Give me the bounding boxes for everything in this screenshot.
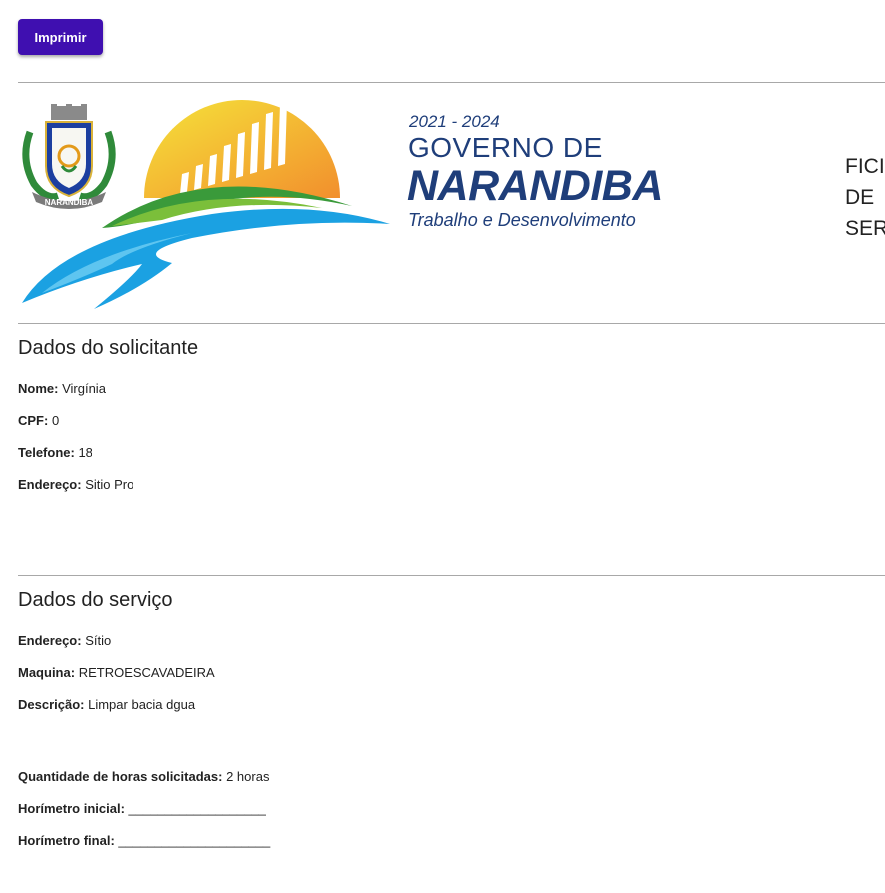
field-value: 2 horas (226, 769, 270, 784)
gov-tagline: Trabalho e Desenvolvimento (408, 210, 636, 230)
divider-header (18, 323, 885, 324)
service-end-meter-field: Horímetro final: _____________________ (18, 833, 270, 848)
gov-city-name: NARANDIBA (407, 162, 663, 210)
requester-section-title: Dados do solicitante (18, 337, 199, 359)
document-title-line: DE (845, 186, 875, 209)
field-label: CPF: (18, 413, 49, 428)
print-button[interactable]: Imprimir (18, 19, 103, 55)
field-value: ___________________ (128, 801, 266, 816)
field-value: 0 (51, 413, 60, 428)
service-address-field: Endereço: Sítio (18, 633, 111, 648)
government-logo-icon (22, 99, 390, 309)
field-label: Descrição: (18, 697, 85, 712)
divider-service (18, 575, 885, 576)
service-section-title: Dados do serviço (18, 589, 173, 611)
field-value: RETROESCAVADEIRA (78, 665, 215, 680)
field-label: Endereço: (18, 633, 82, 648)
field-value: _____________________ (118, 833, 271, 848)
field-label: Quantidade de horas solicitadas: (18, 769, 223, 784)
service-hours-field: Quantidade de horas solicitadas: 2 horas (18, 769, 269, 784)
requester-address-field: Endereço: Sitio Pro (18, 477, 133, 492)
document-title: FICI DE SER (845, 151, 885, 244)
field-value: Sítio (85, 633, 112, 648)
document-title-line: SER (845, 217, 885, 240)
document-title-line: FICI (845, 155, 885, 178)
field-label: Horímetro inicial: (18, 801, 125, 816)
service-machine-field: Maquina: RETROESCAVADEIRA (18, 665, 215, 680)
gov-line1: GOVERNO DE (408, 132, 603, 163)
field-label: Horímetro final: (18, 833, 115, 848)
field-value: 18 (78, 445, 93, 460)
field-label: Telefone: (18, 445, 75, 460)
requester-cpf-field: CPF: 0 (18, 413, 60, 428)
gov-term-years: 2021 - 2024 (409, 112, 500, 131)
field-value: Sitio Pro (85, 477, 134, 492)
divider-top (18, 82, 885, 83)
field-label: Endereço: (18, 477, 82, 492)
field-label: Maquina: (18, 665, 76, 680)
field-value: Limpar bacia dgua (88, 697, 196, 712)
requester-phone-field: Telefone: 18 (18, 445, 92, 460)
field-label: Nome: (18, 381, 59, 396)
requester-name-field: Nome: Virgínia (18, 381, 110, 396)
field-value: Virgínia (62, 381, 106, 396)
service-description-field: Descrição: Limpar bacia dgua (18, 697, 195, 712)
service-start-meter-field: Horímetro inicial: ___________________ (18, 801, 266, 816)
